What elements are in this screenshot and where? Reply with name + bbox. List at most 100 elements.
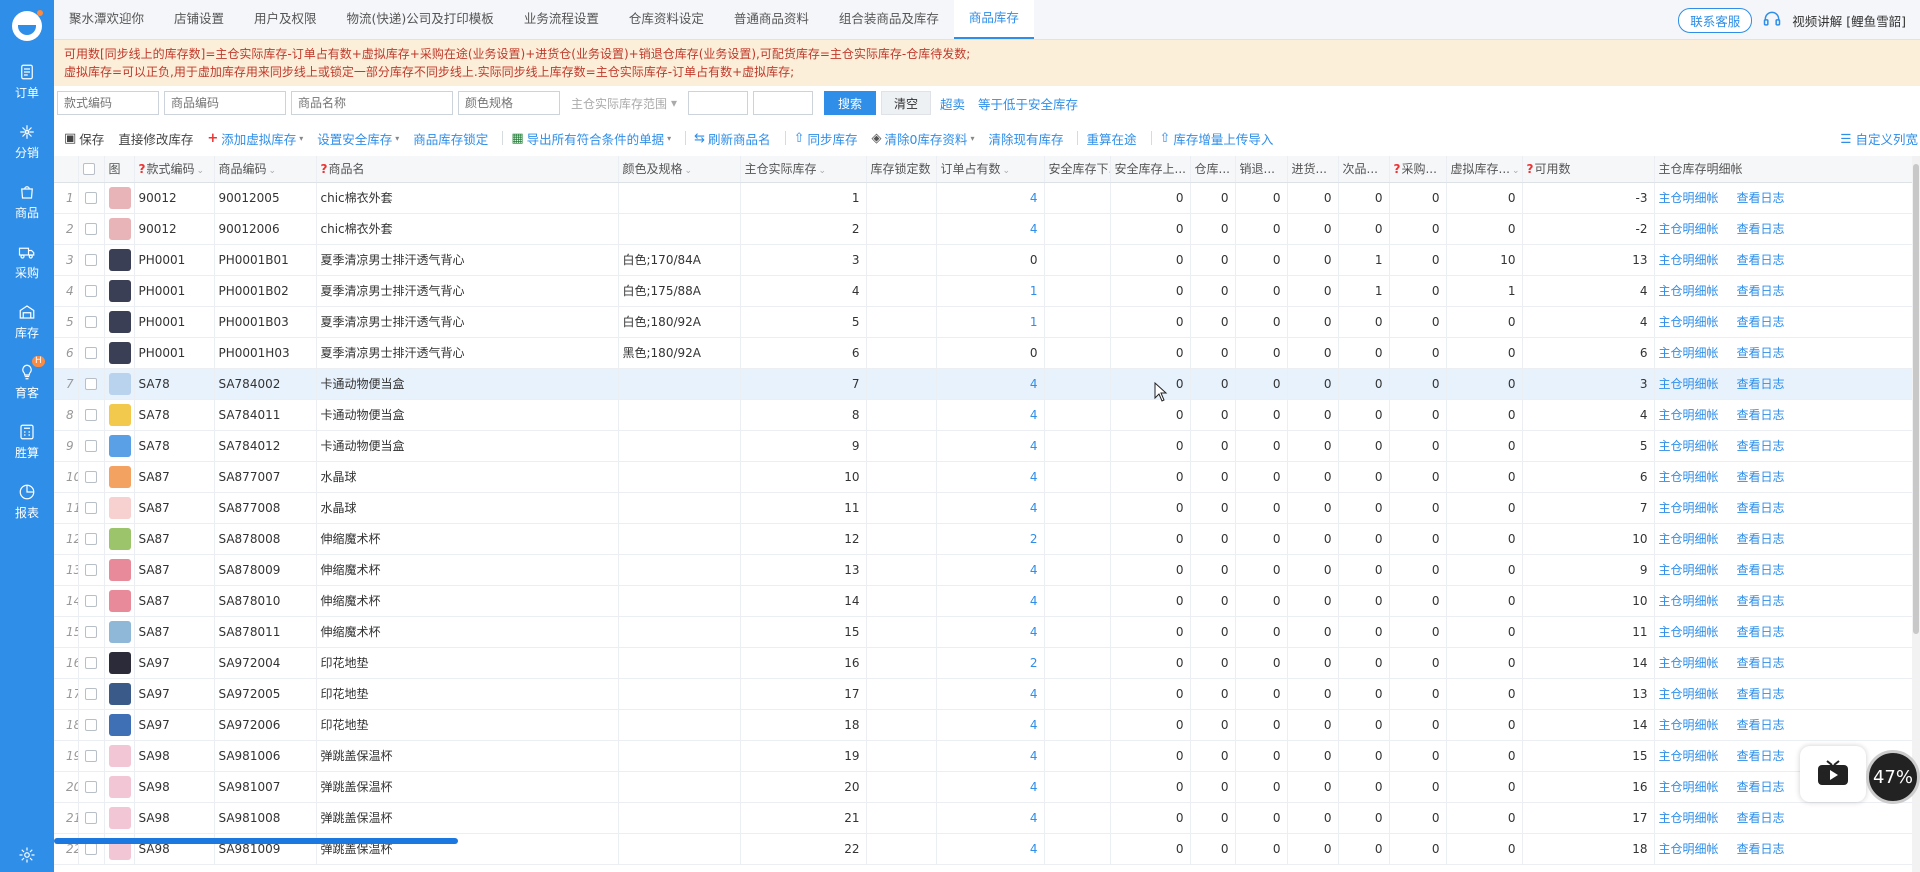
cell-virtual[interactable]: 0 [1446,368,1523,400]
row-select-cell[interactable] [78,585,105,617]
recalc-in-transit-button[interactable]: 重算在途 [1086,129,1136,148]
main-detail-link[interactable]: 主仓明细帐 [1659,749,1719,763]
cell-safe-low[interactable] [1044,461,1111,493]
main-detail-link[interactable]: 主仓明细帐 [1659,811,1719,825]
sidebar-item-calculator[interactable]: 胜算 [0,412,54,472]
stock-lock-button[interactable]: 商品库存锁定 [413,129,488,148]
row-checkbox[interactable] [85,409,97,421]
cell-main-stock[interactable]: 13 [740,554,867,586]
header-color-spec[interactable]: 颜色及规格 ⌄ [618,156,741,183]
header-select-all[interactable] [78,156,105,183]
cell-virtual[interactable]: 0 [1446,430,1523,462]
product-thumbnail[interactable] [108,248,131,271]
row-checkbox[interactable] [85,564,97,576]
cell-safe-high[interactable]: 0 [1110,244,1191,276]
cell-order-occupy[interactable]: 4 [936,213,1045,245]
row-checkbox[interactable] [85,254,97,266]
main-detail-link[interactable]: 主仓明细帐 [1659,687,1719,701]
table-row[interactable]: 8 SA78 SA784011 卡通动物便当盒 8 4 0 0 0 0 0 0 0 4 主仓明细帐 查看日志 [54,399,1920,431]
row-select-cell[interactable] [78,182,105,214]
view-log-link[interactable]: 查看日志 [1737,439,1785,453]
stock-range-select[interactable]: 主仓实际库存范围 ▾ [565,91,683,115]
main-detail-link[interactable]: 主仓明细帐 [1659,408,1719,422]
cell-safe-low[interactable] [1044,833,1111,865]
cell-safe-low[interactable] [1044,523,1111,555]
main-detail-link[interactable]: 主仓明细帐 [1659,315,1719,329]
tab-4[interactable]: 业务流程设置 [509,0,614,39]
main-detail-link[interactable]: 主仓明细帐 [1659,625,1719,639]
header-order-occupy[interactable]: 订单占有数 ⌄ [936,156,1045,183]
view-log-link[interactable]: 查看日志 [1737,780,1785,794]
main-detail-link[interactable]: 主仓明细帐 [1659,191,1719,205]
cell-safe-low[interactable] [1044,585,1111,617]
sidebar-item-warehouse[interactable]: 库存 [0,292,54,352]
cell-main-stock[interactable]: 4 [740,275,867,307]
view-log-link[interactable]: 查看日志 [1737,408,1785,422]
row-checkbox[interactable] [85,750,97,762]
product-thumbnail[interactable] [108,806,131,829]
view-log-link[interactable]: 查看日志 [1737,222,1785,236]
range-max-input[interactable] [753,91,813,115]
tab-2[interactable]: 用户及权限 [239,0,332,39]
header-virtual[interactable]: 虚拟库存... ⌄ [1446,156,1523,183]
main-detail-link[interactable]: 主仓明细帐 [1659,377,1719,391]
tab-1[interactable]: 店铺设置 [159,0,239,39]
view-log-link[interactable]: 查看日志 [1737,470,1785,484]
main-detail-link[interactable]: 主仓明细帐 [1659,780,1719,794]
help-icon[interactable]: ? [139,162,146,176]
search-button[interactable]: 搜索 [824,91,877,115]
help-icon[interactable]: ? [1394,162,1401,176]
product-thumbnail[interactable] [108,527,131,550]
row-select-cell[interactable] [78,337,105,369]
cell-safe-high[interactable]: 0 [1110,833,1191,865]
cell-safe-low[interactable] [1044,678,1111,710]
product-code-input[interactable] [164,91,286,115]
table-row[interactable]: 4 PH0001 PH0001B02 夏季清凉男士排汗透气背心 白色;175/88A 4 1… [54,275,1920,307]
row-checkbox[interactable] [85,471,97,483]
product-thumbnail[interactable] [108,217,131,240]
cell-order-occupy[interactable]: 4 [936,833,1045,865]
cell-virtual[interactable]: 0 [1446,213,1523,245]
customer-service-button[interactable]: 联系客服 [1678,7,1753,33]
row-checkbox[interactable] [85,223,97,235]
cell-safe-high[interactable]: 0 [1110,399,1191,431]
below-safe-stock-link[interactable]: 等于低于安全库存 [974,94,1082,113]
cell-virtual[interactable]: 0 [1446,182,1523,214]
row-select-cell[interactable] [78,554,105,586]
tv-icon[interactable] [1800,746,1866,802]
header-safe-high[interactable]: 安全库存上... [1110,156,1191,183]
incremental-upload-button[interactable]: ⇧ 库存增量上传导入 [1160,129,1274,148]
main-detail-link[interactable]: 主仓明细帐 [1659,439,1719,453]
cell-safe-low[interactable] [1044,368,1111,400]
table-row[interactable]: 10SA87SA877007水晶球10400000006主仓明细帐查看日志 [54,461,1920,493]
direct-edit-stock-button[interactable]: 直接修改库存 [118,129,193,148]
view-log-link[interactable]: 查看日志 [1737,377,1785,391]
header-main-stock[interactable]: 主仓实际库存 ⌄ [740,156,867,183]
video-widget[interactable]: 47% [1800,742,1920,808]
header-product-name[interactable]: ?商品名 [316,156,619,183]
cell-virtual[interactable]: 0 [1446,554,1523,586]
product-thumbnail[interactable] [108,465,131,488]
cell-virtual[interactable]: 0 [1446,802,1523,834]
row-checkbox[interactable] [85,316,97,328]
row-select-cell[interactable] [78,244,105,276]
cell-main-stock[interactable]: 10 [740,461,867,493]
cell-main-stock[interactable]: 3 [740,244,867,276]
cell-order-occupy[interactable]: 4 [936,802,1045,834]
view-log-link[interactable]: 查看日志 [1737,594,1785,608]
row-checkbox[interactable] [85,533,97,545]
product-thumbnail[interactable] [108,434,131,457]
row-select-cell[interactable] [78,399,105,431]
cell-main-stock[interactable]: 14 [740,585,867,617]
row-select-cell[interactable] [78,306,105,338]
cell-main-stock[interactable]: 19 [740,740,867,772]
clear-button[interactable]: 清空 [881,91,932,115]
header-defect[interactable]: 次品... [1338,156,1390,183]
cell-safe-high[interactable]: 0 [1110,182,1191,214]
product-thumbnail[interactable] [108,341,131,364]
cell-safe-low[interactable] [1044,306,1111,338]
cell-main-stock[interactable]: 17 [740,678,867,710]
cell-virtual[interactable]: 0 [1446,709,1523,741]
view-log-link[interactable]: 查看日志 [1737,284,1785,298]
view-log-link[interactable]: 查看日志 [1737,253,1785,267]
